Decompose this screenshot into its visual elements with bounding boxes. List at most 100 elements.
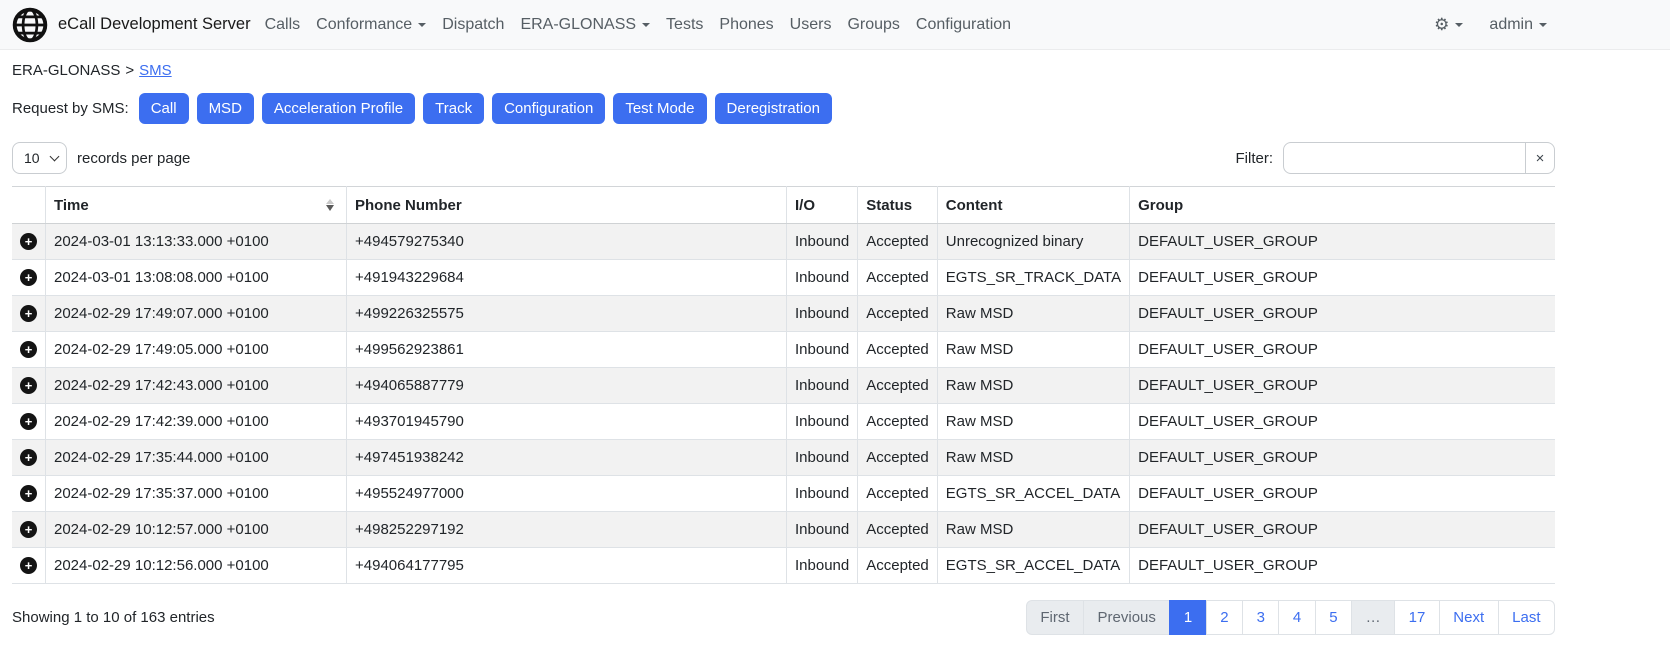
settings-menu[interactable]: ⚙	[1426, 8, 1471, 41]
gear-icon: ⚙	[1434, 16, 1449, 33]
column-header-status[interactable]: Status	[858, 187, 938, 224]
pagination-17[interactable]: 17	[1394, 600, 1440, 635]
cell-group: DEFAULT_USER_GROUP	[1130, 224, 1555, 260]
cell-time: 2024-02-29 17:42:39.000 +0100	[46, 404, 347, 440]
cell-phone-number: +499226325575	[347, 296, 787, 332]
table-row: + 2024-02-29 10:12:56.000 +0100 +4940641…	[12, 548, 1555, 584]
table-row: + 2024-03-01 13:08:08.000 +0100 +4919432…	[12, 260, 1555, 296]
nav-item-tests[interactable]: Tests	[658, 8, 711, 42]
pagination-next[interactable]: Next	[1439, 600, 1499, 635]
acceleration-profile-button[interactable]: Acceleration Profile	[262, 93, 415, 124]
table-body: + 2024-03-01 13:13:33.000 +0100 +4945792…	[12, 224, 1555, 584]
oecon-logo	[12, 7, 48, 43]
page-content: ERA-GLONASS>SMS Request by SMS: CallMSDA…	[12, 62, 1555, 635]
pagination-last[interactable]: Last	[1498, 600, 1555, 635]
pagination-3[interactable]: 3	[1242, 600, 1279, 635]
navbar-brand[interactable]: eCall Development Server	[58, 15, 251, 34]
nav-item-users[interactable]: Users	[782, 8, 840, 42]
cell-phone-number: +494579275340	[347, 224, 787, 260]
nav-item-calls[interactable]: Calls	[257, 8, 309, 42]
plus-icon: +	[25, 558, 33, 573]
pagination-4[interactable]: 4	[1278, 600, 1315, 635]
pagination-first: First	[1026, 600, 1084, 635]
column-header-time[interactable]: Time	[46, 187, 347, 224]
table-row: + 2024-02-29 17:35:37.000 +0100 +4955249…	[12, 476, 1555, 512]
plus-icon: +	[25, 378, 33, 393]
expand-column-header	[12, 187, 46, 224]
cell-content: Raw MSD	[937, 512, 1129, 548]
page-size-select[interactable]: 10	[12, 142, 67, 174]
expand-row-button[interactable]: +	[20, 485, 37, 502]
clear-filter-button[interactable]: ×	[1525, 142, 1555, 174]
cell-status: Accepted	[858, 512, 938, 548]
cell-time: 2024-02-29 17:49:07.000 +0100	[46, 296, 347, 332]
expand-row-button[interactable]: +	[20, 449, 37, 466]
chevron-down-icon	[642, 23, 650, 27]
breadcrumb-sms-link[interactable]: SMS	[139, 62, 172, 79]
nav-item-groups[interactable]: Groups	[839, 8, 907, 42]
cell-status: Accepted	[858, 296, 938, 332]
cell-time: 2024-02-29 17:35:44.000 +0100	[46, 440, 347, 476]
column-header-content[interactable]: Content	[937, 187, 1129, 224]
cell-status: Accepted	[858, 332, 938, 368]
column-header-io[interactable]: I/O	[787, 187, 858, 224]
cell-time: 2024-02-29 17:35:37.000 +0100	[46, 476, 347, 512]
nav-item-dispatch[interactable]: Dispatch	[434, 8, 512, 42]
deregistration-button[interactable]: Deregistration	[715, 93, 832, 124]
pagination-5[interactable]: 5	[1315, 600, 1352, 635]
cell-content: Raw MSD	[937, 368, 1129, 404]
column-header-group[interactable]: Group	[1130, 187, 1555, 224]
cell-group: DEFAULT_USER_GROUP	[1130, 296, 1555, 332]
request-by-sms-bar: Request by SMS: CallMSDAcceleration Prof…	[12, 93, 1555, 124]
cell-time: 2024-03-01 13:08:08.000 +0100	[46, 260, 347, 296]
expand-row-button[interactable]: +	[20, 269, 37, 286]
nav-item-phones[interactable]: Phones	[711, 8, 781, 42]
cell-phone-number: +497451938242	[347, 440, 787, 476]
cell-io: Inbound	[787, 224, 858, 260]
expand-row-button[interactable]: +	[20, 557, 37, 574]
track-button[interactable]: Track	[423, 93, 484, 124]
cell-content: Raw MSD	[937, 440, 1129, 476]
cell-status: Accepted	[858, 368, 938, 404]
expand-row-button[interactable]: +	[20, 413, 37, 430]
nav-item-conformance[interactable]: Conformance	[308, 8, 434, 42]
cell-phone-number: +498252297192	[347, 512, 787, 548]
user-menu-label: admin	[1489, 16, 1533, 34]
cell-io: Inbound	[787, 260, 858, 296]
configuration-button[interactable]: Configuration	[492, 93, 605, 124]
table-controls: 10 records per page Filter: ×	[12, 142, 1555, 174]
cell-status: Accepted	[858, 224, 938, 260]
msd-button[interactable]: MSD	[197, 93, 254, 124]
cell-time: 2024-02-29 17:42:43.000 +0100	[46, 368, 347, 404]
column-header-phone-number[interactable]: Phone Number	[347, 187, 787, 224]
cell-group: DEFAULT_USER_GROUP	[1130, 368, 1555, 404]
table-row: + 2024-02-29 17:42:43.000 +0100 +4940658…	[12, 368, 1555, 404]
chevron-down-icon	[1455, 23, 1463, 27]
pagination-1[interactable]: 1	[1169, 600, 1206, 635]
expand-row-button[interactable]: +	[20, 521, 37, 538]
cell-content: Raw MSD	[937, 332, 1129, 368]
expand-row-button[interactable]: +	[20, 377, 37, 394]
table-row: + 2024-02-29 17:42:39.000 +0100 +4937019…	[12, 404, 1555, 440]
cell-content: EGTS_SR_TRACK_DATA	[937, 260, 1129, 296]
test-mode-button[interactable]: Test Mode	[613, 93, 706, 124]
expand-row-button[interactable]: +	[20, 341, 37, 358]
expand-row-button[interactable]: +	[20, 233, 37, 250]
expand-row-button[interactable]: +	[20, 305, 37, 322]
nav-item-era-glonass[interactable]: ERA-GLONASS	[512, 8, 658, 42]
nav-item-configuration[interactable]: Configuration	[908, 8, 1019, 42]
filter-input[interactable]	[1283, 142, 1526, 174]
plus-icon: +	[25, 414, 33, 429]
cell-group: DEFAULT_USER_GROUP	[1130, 440, 1555, 476]
pagination-item: …	[1351, 600, 1395, 635]
entries-summary: Showing 1 to 10 of 163 entries	[12, 609, 215, 626]
cell-io: Inbound	[787, 404, 858, 440]
user-menu[interactable]: admin	[1481, 8, 1555, 42]
navbar: eCall Development Server Calls Conforman…	[0, 0, 1670, 50]
chevron-down-icon	[1539, 23, 1547, 27]
cell-status: Accepted	[858, 260, 938, 296]
call-button[interactable]: Call	[139, 93, 189, 124]
pagination-2[interactable]: 2	[1206, 600, 1243, 635]
cell-group: DEFAULT_USER_GROUP	[1130, 260, 1555, 296]
cell-io: Inbound	[787, 368, 858, 404]
